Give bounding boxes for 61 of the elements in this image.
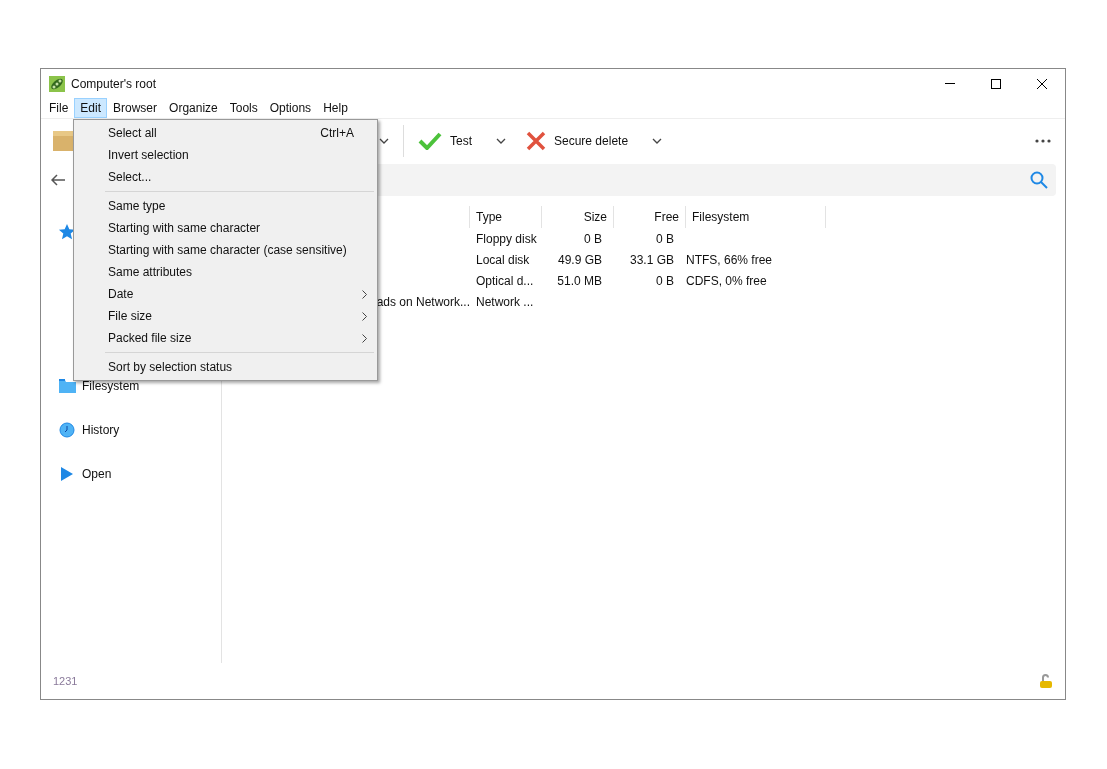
pea-pod-icon	[49, 75, 65, 92]
menu-item[interactable]: Options	[263, 98, 318, 118]
table-cell-text: 0 B	[656, 272, 674, 290]
sidebar-item[interactable]: History	[82, 421, 120, 439]
table-cell-text: 49.9 GB	[557, 251, 602, 269]
menu-item[interactable]: Edit	[74, 98, 108, 118]
menu-item[interactable]: File	[43, 98, 75, 118]
more-icon[interactable]	[1035, 138, 1051, 143]
column-header[interactable]: Type	[470, 206, 542, 228]
clock-icon	[59, 422, 75, 438]
menu-entry[interactable]: Select...	[74, 166, 377, 188]
play-icon	[60, 466, 74, 482]
menu-entry[interactable]: Select all Ctrl+A	[74, 122, 377, 144]
check-icon	[418, 131, 442, 150]
cross-icon	[526, 130, 546, 151]
table-cell-text: CDFS, 0% free	[686, 272, 767, 290]
sidebar-item[interactable]: Open	[82, 465, 112, 483]
padlock-icon	[1039, 674, 1053, 688]
window-title: Computer's root	[71, 75, 156, 93]
table-cell-text: 0 B	[656, 230, 674, 248]
table-cell-text: ads on Network...	[376, 293, 470, 311]
chevron-down-icon[interactable]	[652, 137, 663, 144]
maximize-icon[interactable]	[991, 78, 1001, 89]
column-header[interactable]: Free	[614, 206, 686, 228]
item-count: 1231	[53, 673, 78, 689]
chevron-down-icon[interactable]	[379, 137, 389, 144]
chevron-right-icon	[362, 289, 367, 299]
search-icon[interactable]	[1030, 171, 1048, 189]
menu-item[interactable]: Tools	[223, 98, 264, 118]
toolbar-button[interactable]: Secure delete	[524, 125, 631, 156]
menu-entry[interactable]: Same attributes	[74, 261, 377, 283]
table-cell-text: 33.1 GB	[629, 251, 674, 269]
menu-item[interactable]: Help	[317, 98, 354, 118]
menu-item[interactable]: Browser	[107, 98, 164, 118]
menu-entry[interactable]: Sort by selection status	[74, 356, 377, 378]
folder-icon	[58, 379, 76, 393]
menu-entry[interactable]: File size	[74, 305, 377, 327]
chevron-right-icon	[362, 311, 367, 321]
table-cell-text: 51.0 MB	[557, 272, 602, 290]
chevron-down-icon[interactable]	[496, 137, 506, 144]
column-header[interactable]: Filesystem	[686, 206, 826, 228]
column-header[interactable]: Size	[542, 206, 614, 228]
table-cell-text: Network ...	[476, 293, 534, 311]
menu-item[interactable]: Organize	[163, 98, 224, 118]
table-cell-text: Floppy disk	[476, 230, 537, 248]
menu-entry[interactable]: Starting with same character (case sensitive)	[74, 239, 377, 261]
close-icon[interactable]	[1037, 78, 1047, 89]
menu-entry[interactable]: Starting with same character	[74, 217, 377, 239]
back-arrow-icon[interactable]	[51, 174, 65, 186]
menu-entry[interactable]: Packed file size	[74, 327, 377, 349]
chevron-right-icon	[362, 333, 367, 343]
menu-entry[interactable]: Same type	[74, 195, 377, 217]
table-cell-text: NTFS, 66% free	[686, 251, 773, 269]
menu-entry[interactable]: Invert selection	[74, 144, 377, 166]
table-cell-text: Optical d...	[476, 272, 534, 290]
table-cell-text: 0 B	[584, 230, 602, 248]
sidebar-item[interactable]: Filesystem	[82, 377, 140, 395]
menu-entry[interactable]: Date	[74, 283, 377, 305]
toolbar-button[interactable]: Test	[416, 125, 474, 156]
star-icon	[58, 223, 76, 241]
table-cell-text: Local disk	[476, 251, 530, 269]
